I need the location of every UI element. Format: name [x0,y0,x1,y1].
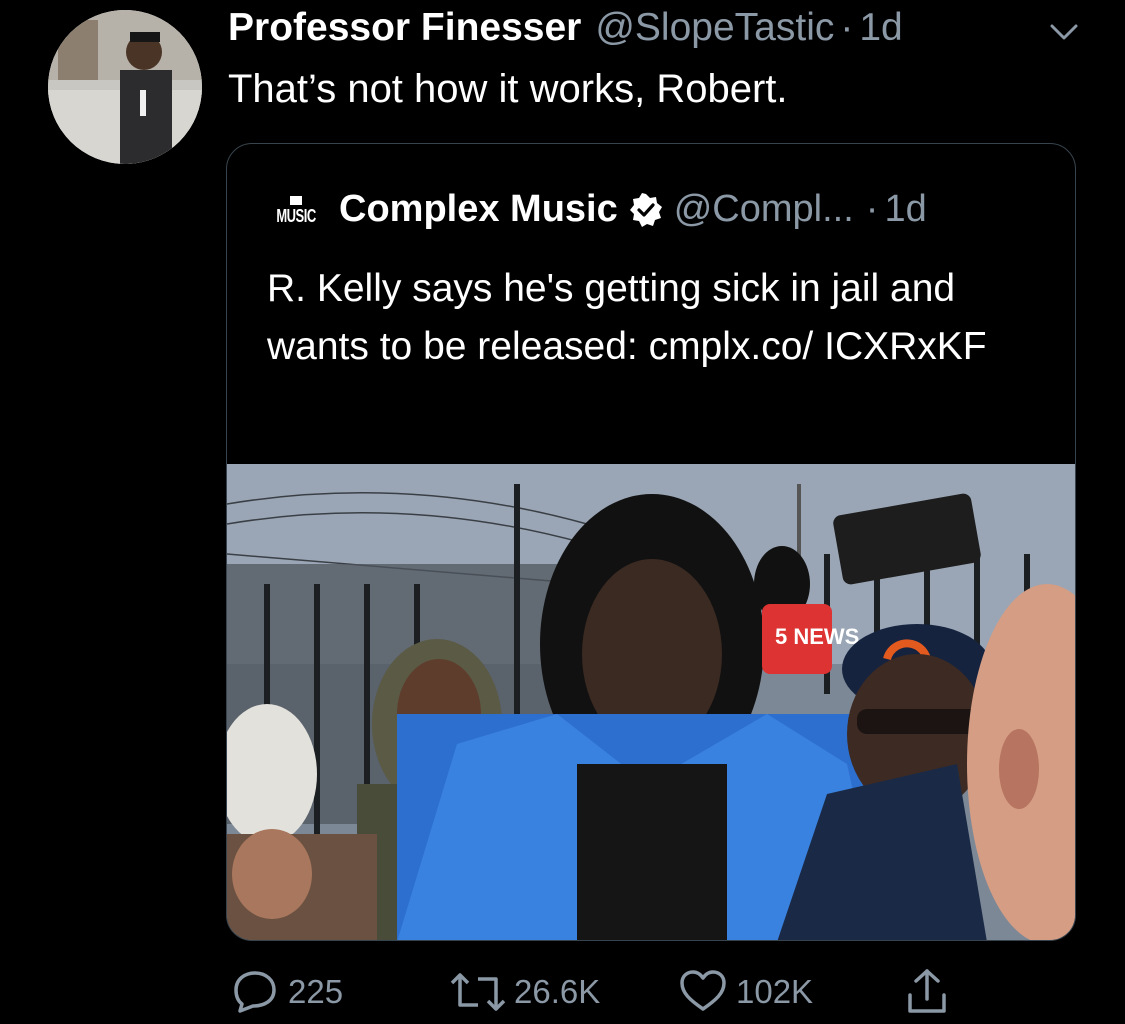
quoted-user-handle[interactable]: @Compl... [674,188,854,231]
tweet-header: Professor Finesser @SlopeTastic · 1d [228,6,1058,54]
like-count: 102K [736,973,814,1010]
reply-button[interactable]: 225 [228,962,343,1022]
retweet-button[interactable]: 26.6K [448,962,600,1022]
reply-count: 225 [288,973,344,1010]
quoted-separator-dot: · [865,188,879,230]
tweet-actions: 225 26.6K 102K [228,962,988,1022]
complex-music-logo: MUSIC [276,191,316,229]
retweet-count: 26.6K [514,973,601,1010]
quoted-tweet-card[interactable]: MUSIC Complex Music @Compl... · 1d R. Ke… [226,143,1076,941]
logo-text: MUSIC [276,205,316,226]
share-icon [908,969,946,1013]
retweet-icon [450,973,506,1011]
chevron-down-icon[interactable] [1046,18,1082,46]
quoted-display-name[interactable]: Complex Music [339,188,618,231]
like-button[interactable]: 102K [676,962,813,1022]
heart-icon [680,970,726,1011]
timestamp[interactable]: 1d [859,6,902,50]
logo-mark [290,196,302,205]
display-name[interactable]: Professor Finesser [228,6,581,50]
user-handle[interactable]: @SlopeTastic [595,6,834,50]
share-button[interactable] [900,962,960,1022]
separator-dot: · [840,6,854,49]
quoted-tweet-header: MUSIC Complex Music @Compl... · 1d [276,188,926,231]
reply-icon [234,971,276,1013]
avatar[interactable] [48,10,202,164]
avatar-image [48,10,202,164]
tweet-text: That’s not how it works, Robert. [228,67,788,111]
quoted-tweet-text: R. Kelly says he's getting sick in jail … [267,267,987,368]
quoted-tweet-photo[interactable]: 5 NEWS [227,464,1075,941]
photo-sign-text: 5 NEWS [775,624,859,649]
quoted-timestamp[interactable]: 1d [884,188,926,231]
verified-badge-icon [629,192,662,227]
